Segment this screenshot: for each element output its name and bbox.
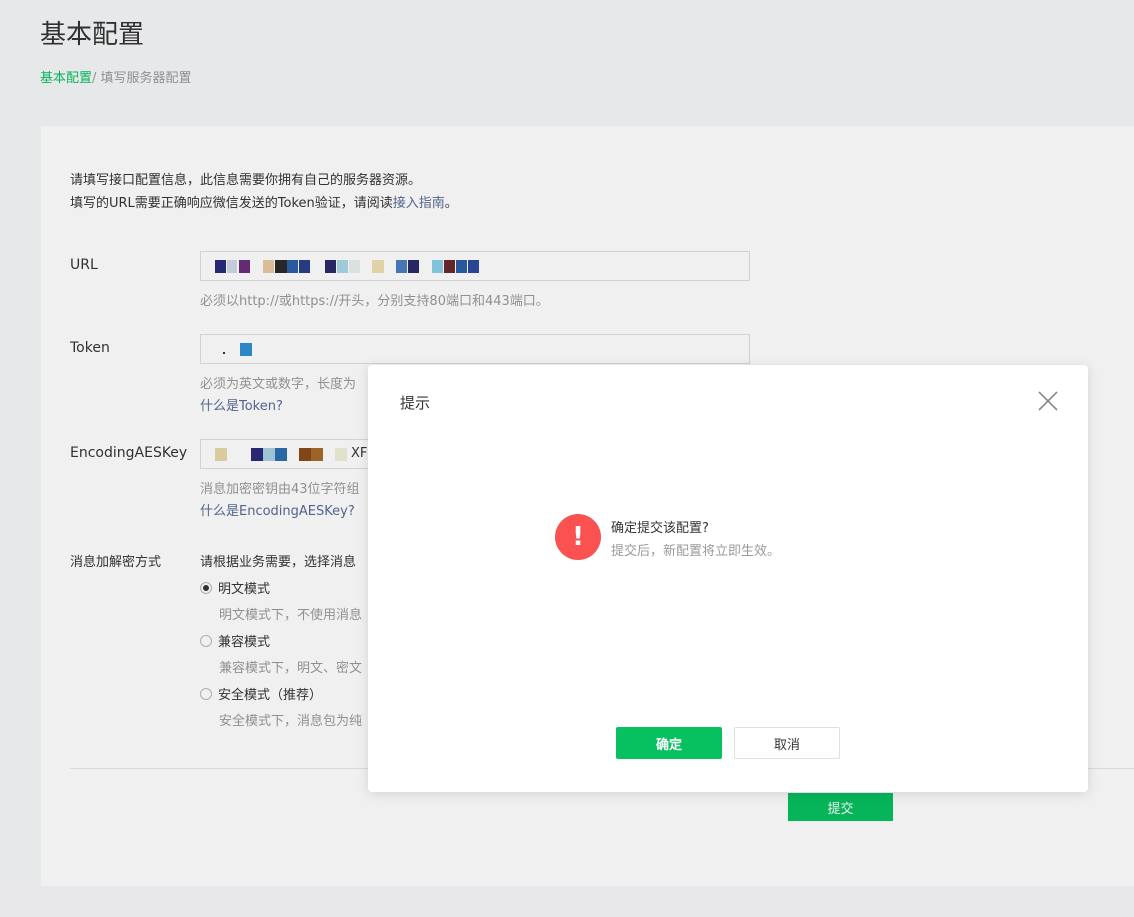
- confirm-button[interactable]: 确定: [616, 727, 722, 759]
- warning-icon: !: [555, 514, 601, 560]
- dialog-submessage: 提交后，新配置将立即生效。: [611, 544, 781, 559]
- close-icon[interactable]: [1036, 389, 1060, 413]
- dialog-title: 提示: [400, 394, 431, 412]
- dialog-message: 确定提交该配置?: [611, 521, 709, 536]
- cancel-button[interactable]: 取消: [734, 727, 840, 759]
- confirm-dialog: 提示 ! 确定提交该配置? 提交后，新配置将立即生效。 确定 取消: [368, 365, 1088, 792]
